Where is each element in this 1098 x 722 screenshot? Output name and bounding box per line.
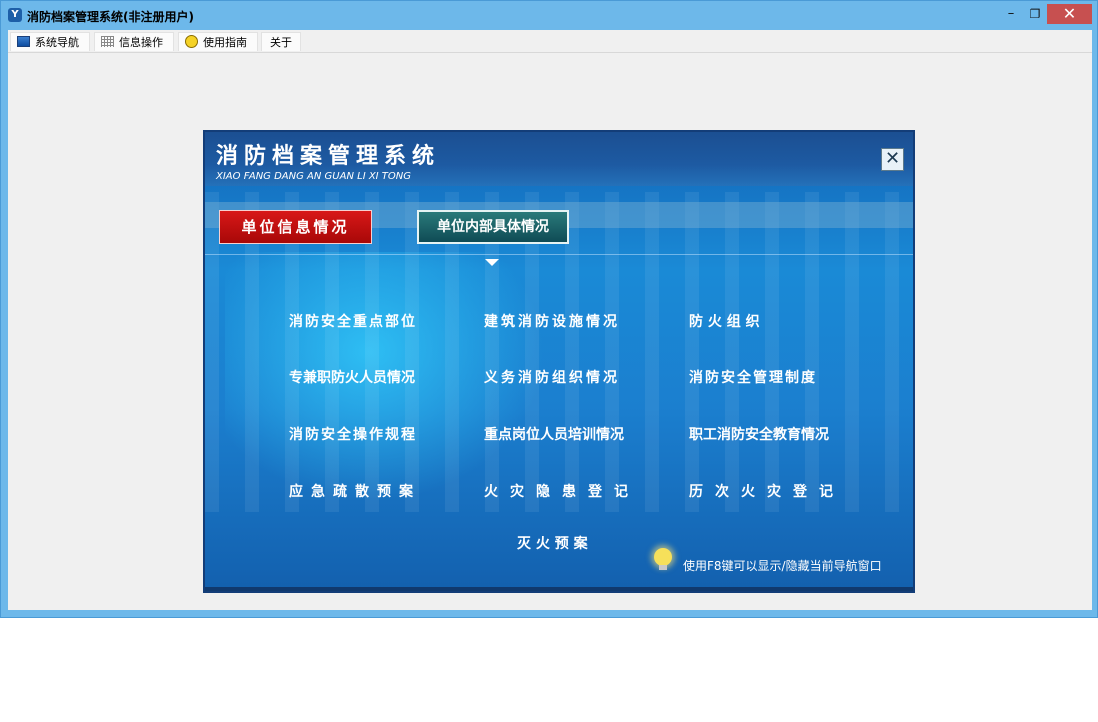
menu-about[interactable]: 关于 [261, 32, 301, 51]
panel-header: 消防档案管理系统 XIAO FANG DANG AN GUAN LI XI TO… [205, 132, 913, 186]
link-fire-history[interactable]: 历次火灾登记 [689, 481, 845, 501]
monitor-icon [17, 36, 30, 47]
menu-label: 系统导航 [35, 36, 79, 49]
link-firefighting-plan[interactable]: 灭 火 预 案 [517, 533, 588, 553]
menu-system-nav[interactable]: 系统导航 [10, 32, 90, 51]
tab-unit-internal[interactable]: 单位内部具体情况 [417, 210, 569, 244]
title-bar[interactable]: Y 消防档案管理系统(非注册用户) – ❐ ✕ [1, 1, 1097, 30]
window-title: 消防档案管理系统(非注册用户) [27, 10, 194, 24]
menu-info-operation[interactable]: 信息操作 [94, 32, 174, 51]
lightbulb-icon [654, 548, 672, 570]
panel-title: 消防档案管理系统 [216, 144, 441, 169]
app-logo-icon: Y [8, 8, 22, 22]
active-tab-arrow-icon [485, 259, 499, 266]
tab-unit-info[interactable]: 单位信息情况 [219, 210, 372, 244]
lightbulb-icon [185, 35, 198, 48]
f8-hint-text: 使用F8键可以显示/隐藏当前导航窗口 [683, 559, 882, 573]
menu-bar: 系统导航 信息操作 使用指南 关于 [8, 30, 1092, 53]
link-fire-organization[interactable]: 防 火 组 织 [689, 311, 760, 331]
menu-label: 信息操作 [119, 36, 163, 49]
link-management-rules[interactable]: 消防安全管理制度 [689, 367, 817, 387]
link-hazard-registry[interactable]: 火灾隐患登记 [484, 481, 640, 501]
panel-close-icon[interactable]: ✕ [881, 148, 904, 171]
link-staff-education[interactable]: 职工消防安全教育情况 [689, 424, 829, 444]
link-training[interactable]: 重点岗位人员培训情况 [484, 424, 624, 444]
menu-user-guide[interactable]: 使用指南 [178, 32, 258, 51]
panel-bottom-border [205, 587, 913, 591]
link-volunteer-organization[interactable]: 义务消防组织情况 [484, 367, 620, 387]
minimize-button[interactable]: – [999, 4, 1023, 24]
link-evacuation-plan[interactable]: 应急疏散预案 [289, 481, 421, 501]
close-window-button[interactable]: ✕ [1047, 4, 1092, 24]
panel-subtitle: XIAO FANG DANG AN GUAN LI XI TONG [216, 171, 412, 182]
navigation-panel: 消防档案管理系统 XIAO FANG DANG AN GUAN LI XI TO… [203, 130, 915, 593]
link-fire-personnel[interactable]: 专兼职防火人员情况 [289, 367, 415, 387]
link-key-fire-areas[interactable]: 消防安全重点部位 [289, 311, 417, 331]
tab-divider [205, 254, 913, 255]
menu-label: 关于 [270, 36, 292, 49]
link-operating-procedures[interactable]: 消防安全操作规程 [289, 424, 417, 444]
link-building-facilities[interactable]: 建筑消防设施情况 [484, 311, 620, 331]
maximize-button[interactable]: ❐ [1023, 4, 1047, 24]
menu-label: 使用指南 [203, 36, 247, 49]
grid-icon [101, 36, 114, 47]
